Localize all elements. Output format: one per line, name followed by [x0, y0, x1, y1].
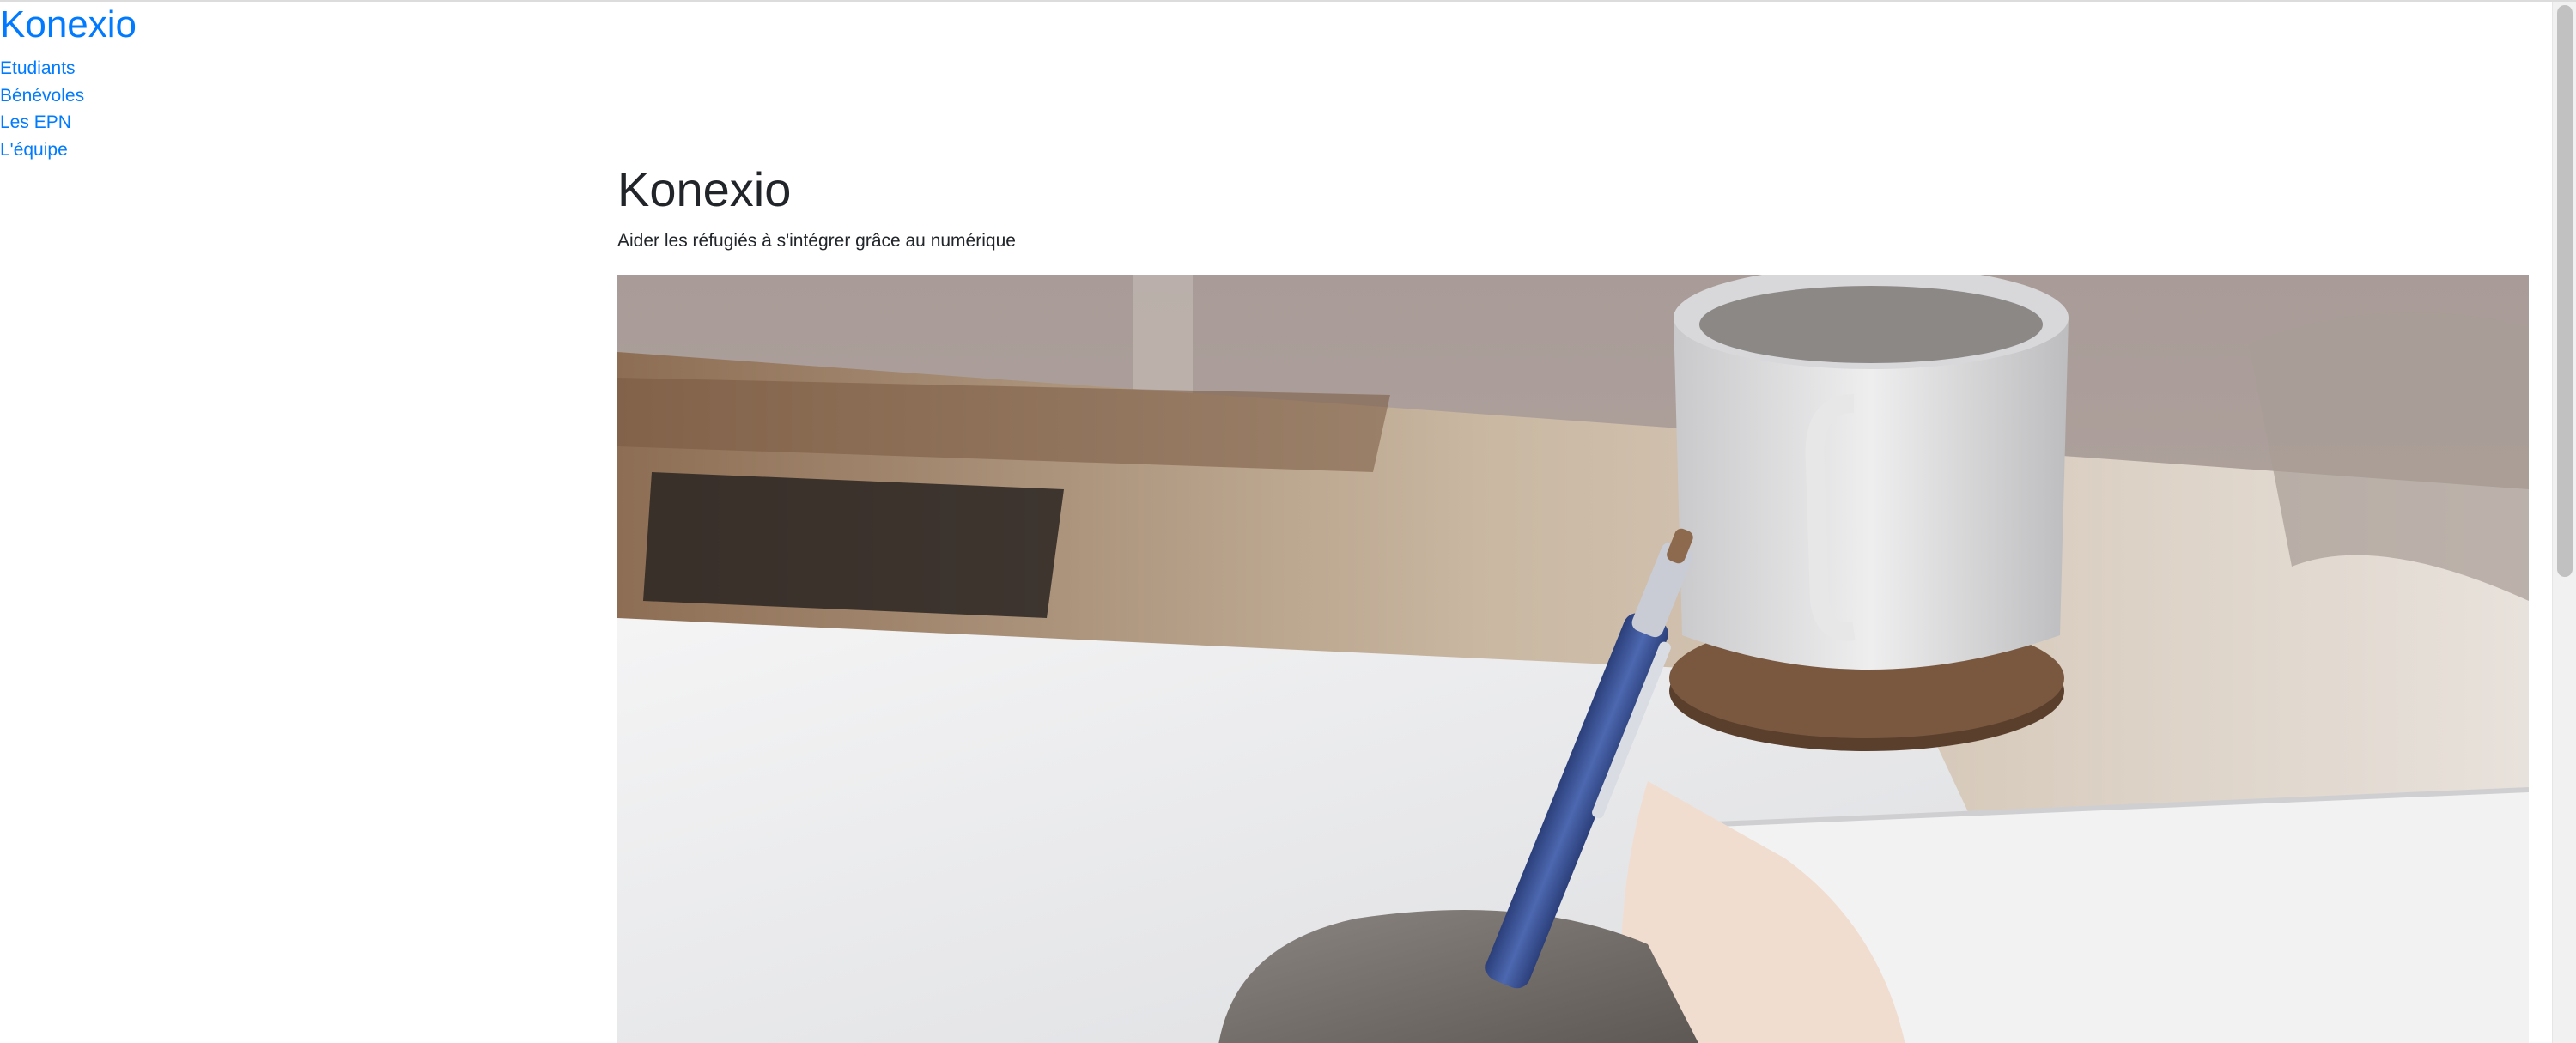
- hero-title: Konexio: [617, 162, 792, 216]
- nav-link-benevoles[interactable]: Bénévoles: [0, 82, 84, 110]
- nav-link-epn[interactable]: Les EPN: [0, 109, 84, 136]
- nav-link-etudiants[interactable]: Etudiants: [0, 55, 84, 82]
- nav-item-etudiants: Etudiants: [0, 55, 84, 82]
- nav-item-equipe: L'équipe: [0, 136, 84, 164]
- page: Konexio Etudiants Bénévoles Les EPN L'éq…: [0, 0, 2576, 1043]
- nav-item-benevoles: Bénévoles: [0, 82, 84, 110]
- hero-image: [617, 275, 2529, 1043]
- nav-item-epn: Les EPN: [0, 109, 84, 136]
- brand-link[interactable]: Konexio: [0, 3, 137, 46]
- hero-photo-illustration: [617, 275, 2529, 1043]
- page-scrollbar[interactable]: [2552, 2, 2576, 1043]
- scrollbar-thumb[interactable]: [2557, 5, 2573, 577]
- nav-link-equipe[interactable]: L'équipe: [0, 136, 84, 164]
- hero-subtitle: Aider les réfugiés à s'intégrer grâce au…: [617, 231, 1016, 251]
- main-nav: Etudiants Bénévoles Les EPN L'équipe: [0, 55, 84, 163]
